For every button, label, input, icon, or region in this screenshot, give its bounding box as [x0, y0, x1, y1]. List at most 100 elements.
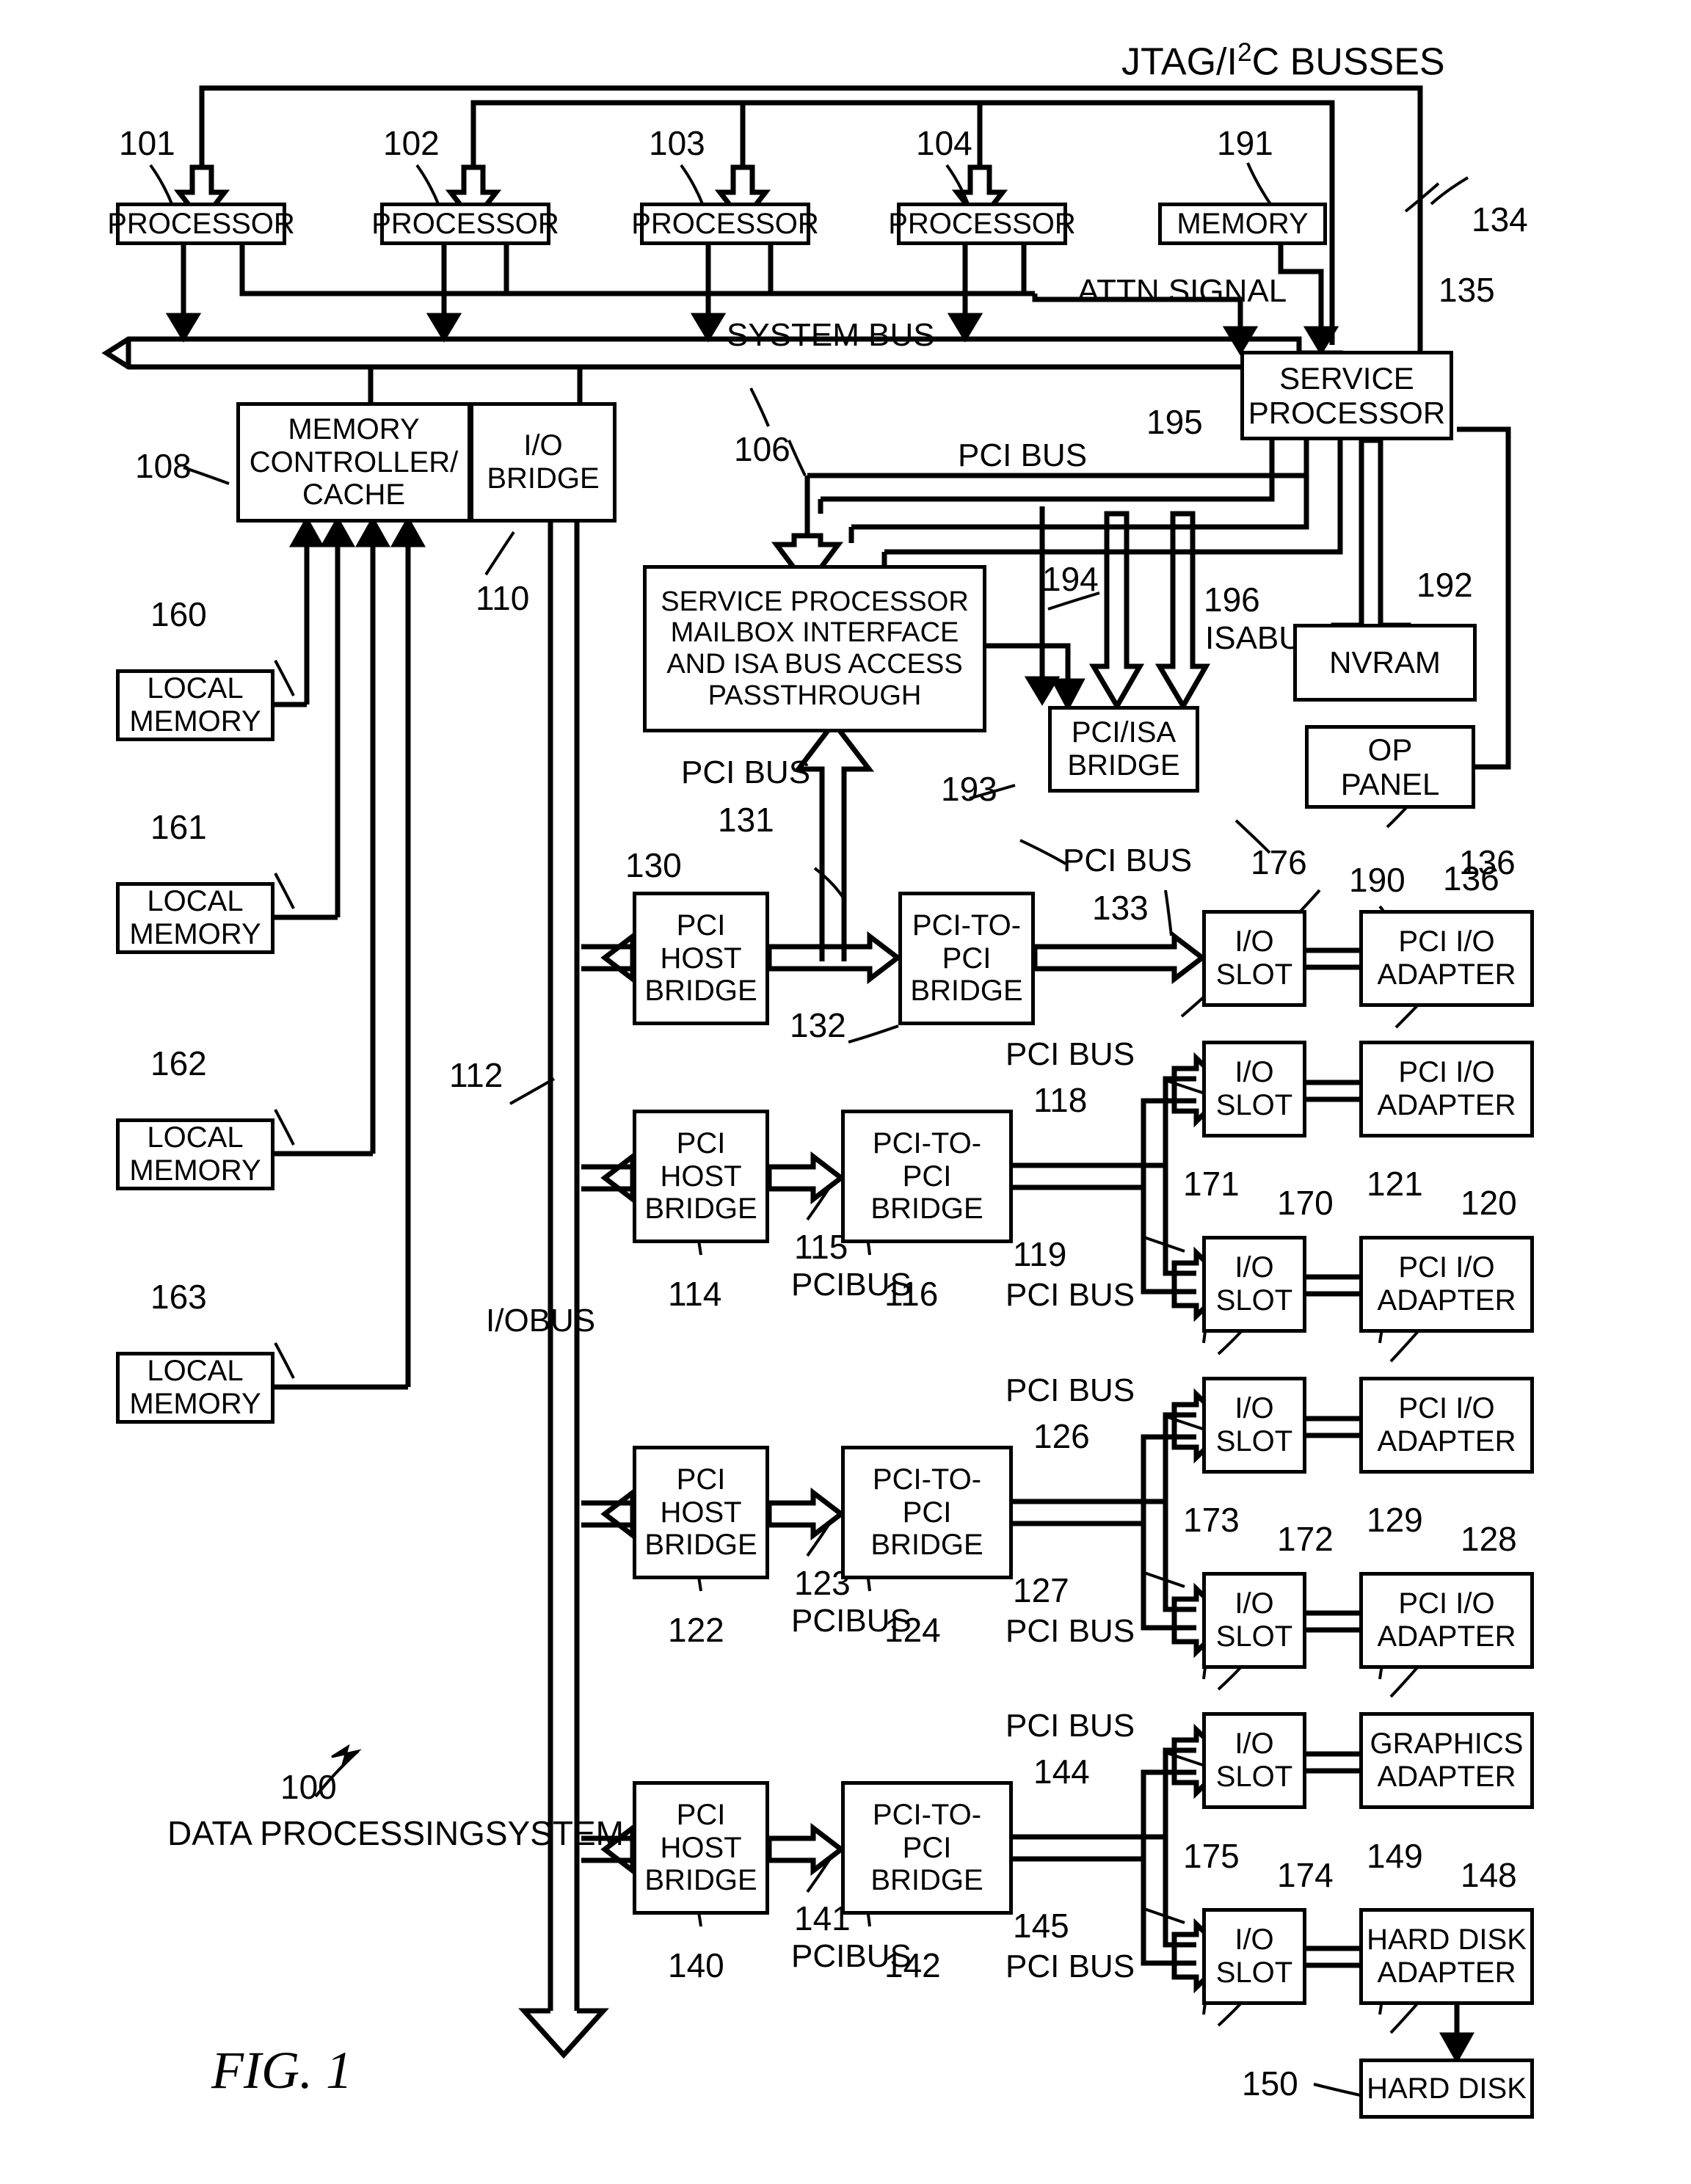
- ref-136: 136: [1443, 859, 1499, 898]
- ref-163: 163: [150, 1278, 207, 1316]
- service-processor-mailbox-box: SERVICE PROCESSOR MAILBOX INTERFACE AND IS…: [643, 565, 986, 732]
- io-slot-174b-box: I/O SLOT: [1202, 1908, 1306, 2005]
- pci-to-pci-bridge-row1-box: PCI-TO- PCI BRIDGE: [898, 892, 1035, 1025]
- jtag-i2c-busses-label: JTAG/I2C BUSSES: [1121, 38, 1445, 84]
- ref-191: 191: [1217, 124, 1273, 162]
- ref-172: 172: [1277, 1520, 1334, 1558]
- pci-bus-144-label: PCI BUS: [1005, 1708, 1135, 1744]
- ref-112: 112: [449, 1056, 503, 1094]
- ref-162: 162: [150, 1044, 207, 1082]
- processor-102-box: PROCESSOR: [371, 203, 559, 245]
- ref-144: 144: [1033, 1752, 1090, 1791]
- processor-103-box: PROCESSOR: [631, 203, 819, 245]
- io-slot-176-box: I/O SLOT: [1202, 910, 1306, 1007]
- ref-116: 116: [884, 1275, 939, 1313]
- local-memory-162-box: LOCAL MEMORY: [116, 1118, 274, 1190]
- ref-190: 190: [1349, 861, 1405, 899]
- pci-io-adapter-120-box: PCI I/O ADAPTER: [1359, 1041, 1534, 1138]
- memory-191-box: MEMORY: [1158, 203, 1327, 245]
- ref-108: 108: [135, 447, 192, 485]
- pci-io-adapter-120b-box: PCI I/O ADAPTER: [1359, 1236, 1534, 1333]
- pci-to-pci-bridge-116-box: PCI-TO- PCI BRIDGE: [841, 1110, 1013, 1243]
- ref-194: 194: [1042, 560, 1099, 598]
- pci-isa-bridge-box: PCI/ISA BRIDGE: [1048, 706, 1199, 793]
- ref-127: 127: [1013, 1571, 1069, 1609]
- pci-host-bridge-114-box: PCI HOST BRIDGE: [633, 1110, 769, 1243]
- ref-173: 173: [1183, 1501, 1240, 1539]
- ref-161: 161: [150, 808, 207, 846]
- io-slot-170b-box: I/O SLOT: [1202, 1236, 1306, 1333]
- ref-175: 175: [1183, 1837, 1240, 1875]
- ref-133: 133: [1092, 889, 1149, 927]
- ref-119: 119: [1013, 1235, 1067, 1273]
- ref-132: 132: [790, 1006, 846, 1044]
- pci-io-adapter-128-box: PCI I/O ADAPTER: [1359, 1377, 1534, 1474]
- ref-106: 106: [734, 430, 790, 468]
- io-bus-label: I/OBUS: [486, 1303, 596, 1339]
- processor-104-box: PROCESSOR: [888, 203, 1076, 245]
- processor-101-box: PROCESSOR: [107, 203, 295, 245]
- op-panel-box: OP PANEL: [1305, 725, 1475, 809]
- ref-196: 196: [1204, 580, 1260, 619]
- nvram-box: NVRAM: [1293, 624, 1477, 702]
- ref-171: 171: [1183, 1165, 1240, 1203]
- ref-122: 122: [668, 1611, 724, 1649]
- system-bus-label: SYSTEM BUS: [727, 317, 935, 353]
- ref-104: 104: [916, 124, 972, 162]
- graphics-adapter-148-box: GRAPHICS ADAPTER: [1359, 1712, 1534, 1809]
- pci-bus-119-label: PCI BUS: [1005, 1277, 1135, 1313]
- ref-120: 120: [1461, 1184, 1517, 1222]
- ref-124: 124: [884, 1611, 941, 1649]
- local-memory-163-box: LOCAL MEMORY: [116, 1352, 274, 1424]
- system-label: DATA PROCESSINGSYSTEM: [167, 1814, 624, 1852]
- ref-102: 102: [383, 124, 440, 162]
- ref-118: 118: [1033, 1081, 1088, 1119]
- ref-115: 115: [794, 1228, 848, 1266]
- ref-193: 193: [941, 770, 997, 808]
- ref-134: 134: [1472, 200, 1528, 239]
- pci-bus-133-label: PCI BUS: [1063, 842, 1193, 878]
- pci-bus-195-label: PCI BUS: [958, 437, 1088, 473]
- ref-103: 103: [649, 124, 705, 162]
- memory-controller-cache-box: MEMORY CONTROLLER/CACHE: [236, 402, 470, 523]
- ref-148: 148: [1461, 1856, 1517, 1894]
- ref-126: 126: [1033, 1417, 1090, 1455]
- local-memory-160-box: LOCAL MEMORY: [116, 669, 274, 741]
- pci-to-pci-bridge-124-box: PCI-TO- PCI BRIDGE: [841, 1446, 1013, 1579]
- ref-129: 129: [1367, 1501, 1423, 1539]
- ref-135: 135: [1439, 271, 1495, 309]
- io-bridge-box: I/O BRIDGE: [470, 402, 617, 523]
- ref-142: 142: [884, 1946, 941, 1984]
- ref-110: 110: [476, 579, 530, 617]
- ref-195: 195: [1146, 403, 1203, 441]
- pci-bus-126-label: PCI BUS: [1005, 1372, 1135, 1408]
- ref-128: 128: [1461, 1520, 1517, 1558]
- io-slot-174-box: I/O SLOT: [1202, 1712, 1306, 1809]
- pci-bus-118-label: PCI BUS: [1005, 1036, 1135, 1072]
- local-memory-161-box: LOCAL MEMORY: [116, 882, 274, 954]
- ref-131: 131: [718, 801, 774, 839]
- ref-150: 150: [1242, 2064, 1298, 2103]
- ref-174: 174: [1277, 1856, 1334, 1894]
- pci-io-adapter-136-box: PCI I/O ADAPTER: [1359, 910, 1534, 1007]
- ref-145: 145: [1013, 1907, 1069, 1945]
- ref-130: 130: [625, 846, 682, 884]
- io-slot-172b-box: I/O SLOT: [1202, 1572, 1306, 1669]
- figure-caption: FIG. 1: [211, 2041, 352, 2100]
- pci-host-bridge-122-box: PCI HOST BRIDGE: [633, 1446, 769, 1579]
- ref-140: 140: [668, 1946, 724, 1984]
- pci-host-bridge-130-box: PCI HOST BRIDGE: [633, 892, 769, 1025]
- attn-signal-label: ATTN SIGNAL: [1077, 273, 1287, 309]
- patent-figure-1: JTAG/I2C BUSSES 101 102 103 104 191 134 …: [0, 0, 1691, 2184]
- io-slot-170-box: I/O SLOT: [1202, 1041, 1306, 1138]
- ref-170: 170: [1277, 1184, 1334, 1222]
- pci-io-adapter-128b-box: PCI I/O ADAPTER: [1359, 1572, 1534, 1669]
- pci-host-bridge-140-box: PCI HOST BRIDGE: [633, 1781, 769, 1915]
- ref-176: 176: [1251, 843, 1307, 881]
- hard-disk-adapter-box: HARD DISK ADAPTER: [1359, 1908, 1534, 2005]
- ref-101: 101: [119, 124, 175, 162]
- ref-114: 114: [668, 1275, 722, 1313]
- pci-bus-127-label: PCI BUS: [1005, 1613, 1135, 1649]
- ref-160: 160: [150, 595, 207, 633]
- ref-192: 192: [1417, 566, 1473, 604]
